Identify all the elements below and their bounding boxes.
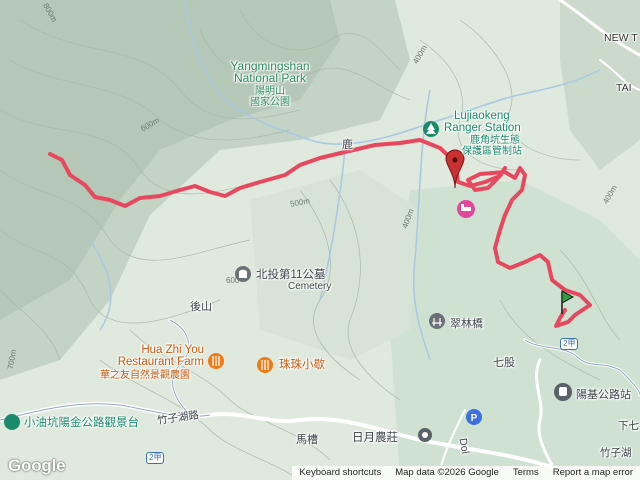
svg-text:P: P bbox=[471, 413, 478, 424]
google-logo: Google bbox=[8, 456, 66, 475]
viewpoint-icon[interactable] bbox=[4, 414, 20, 430]
map-data-attribution: Map data ©2026 Google bbox=[395, 467, 499, 478]
keyboard-shortcuts-link[interactable]: Keyboard shortcuts bbox=[292, 466, 388, 480]
map-canvas[interactable]: P bbox=[0, 0, 640, 480]
restaurant-icon[interactable] bbox=[208, 353, 224, 369]
report-error-link[interactable]: Report a map error bbox=[546, 466, 640, 480]
route-shield: 2甲 bbox=[560, 338, 579, 350]
tree-icon[interactable] bbox=[423, 121, 439, 137]
map-footer: Keyboard shortcuts Map data ©2026 Google… bbox=[292, 466, 640, 480]
terms-link[interactable]: Terms bbox=[506, 466, 546, 480]
bridge-icon[interactable] bbox=[429, 313, 445, 329]
ridge-center bbox=[250, 170, 420, 360]
parking-icon[interactable]: P bbox=[466, 409, 482, 425]
route-shield-2: 2甲 bbox=[146, 452, 165, 464]
bus-stop-icon[interactable] bbox=[554, 383, 572, 401]
place-pin-icon[interactable] bbox=[418, 428, 432, 442]
cemetery-icon[interactable] bbox=[235, 266, 251, 282]
restaurant-icon-2[interactable] bbox=[257, 357, 273, 373]
lodging-icon[interactable] bbox=[457, 200, 475, 218]
